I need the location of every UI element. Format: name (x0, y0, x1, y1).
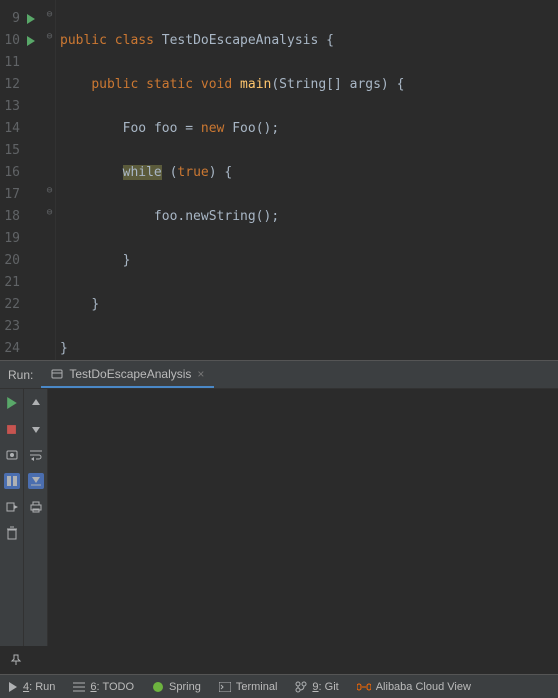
stop-icon[interactable] (4, 421, 20, 437)
exit-icon[interactable] (4, 499, 20, 515)
line-number: 17 (0, 184, 20, 206)
params: (String[] args) { (271, 77, 404, 92)
keyword: static (146, 77, 193, 92)
layout-icon[interactable] (4, 473, 20, 489)
alibaba-cloud-icon (357, 682, 371, 692)
fold-toggle-icon[interactable]: ⊖ (45, 10, 54, 19)
editor-gutter: 9 10 11 12 13 14 15 16 17 18 19 20 21 22… (0, 0, 56, 360)
soft-wrap-icon[interactable] (28, 447, 44, 463)
line-number-column: 9 10 11 12 13 14 15 16 17 18 19 20 21 22… (0, 0, 20, 360)
fold-toggle-icon[interactable]: ⊖ (45, 208, 54, 217)
class-name: TestDoEscapeAnalysis (162, 33, 319, 48)
code-content[interactable]: public class TestDoEscapeAnalysis { publ… (56, 0, 438, 360)
brace: } (91, 297, 99, 312)
brace: { (318, 33, 334, 48)
brace: } (123, 253, 131, 268)
run-toolbar-secondary (24, 389, 48, 646)
trash-icon[interactable] (4, 525, 20, 541)
line-number: 18 (0, 206, 20, 228)
tool-window-git[interactable]: 9: Git (295, 681, 338, 693)
pin-icon[interactable] (8, 652, 24, 668)
line-number: 21 (0, 272, 20, 294)
keyword-selected: while (123, 165, 162, 180)
gutter-icons-column (20, 0, 42, 360)
tool-window-run[interactable]: 4: Run (8, 681, 55, 693)
play-icon (8, 682, 18, 692)
run-tab[interactable]: TestDoEscapeAnalysis × (41, 361, 214, 388)
code-editor[interactable]: 9 10 11 12 13 14 15 16 17 18 19 20 21 22… (0, 0, 558, 360)
type: Foo (123, 121, 146, 136)
run-class-gutter-icon[interactable] (20, 8, 42, 30)
label: : Run (29, 681, 55, 693)
fold-toggle-icon[interactable]: ⊖ (45, 186, 54, 195)
tool-window-alibaba-cloud[interactable]: Alibaba Cloud View (357, 681, 471, 693)
label: : Git (319, 681, 339, 693)
run-toolbar-primary (0, 389, 24, 646)
op: = (177, 121, 200, 136)
fold-column: ⊖ ⊖ ⊖ ⊖ (42, 0, 56, 360)
call: Foo(); (224, 121, 279, 136)
print-icon[interactable] (28, 499, 44, 515)
keyword: new (201, 121, 224, 136)
brace: ) { (209, 165, 232, 180)
line-number: 23 (0, 316, 20, 338)
line-number: 16 (0, 162, 20, 184)
spring-icon (152, 681, 164, 693)
run-tool-window: Run: TestDoEscapeAnalysis × (0, 360, 558, 674)
run-console-output[interactable] (48, 389, 558, 646)
down-arrow-icon[interactable] (28, 421, 44, 437)
run-label: Run: (0, 368, 41, 382)
keyword: true (177, 165, 208, 180)
keyword: public (91, 77, 138, 92)
scroll-to-end-icon[interactable] (28, 473, 44, 489)
line-number: 9 (0, 8, 20, 30)
close-icon[interactable]: × (197, 367, 204, 381)
keyword: public (60, 33, 107, 48)
line-number: 11 (0, 52, 20, 74)
terminal-icon (219, 682, 231, 692)
label: Spring (169, 681, 201, 693)
fold-toggle-icon[interactable]: ⊖ (45, 32, 54, 41)
run-body (0, 389, 558, 646)
label: : TODO (97, 681, 135, 693)
run-header: Run: TestDoEscapeAnalysis × (0, 361, 558, 389)
run-tab-label: TestDoEscapeAnalysis (69, 367, 191, 381)
label: Terminal (236, 681, 278, 693)
label: Alibaba Cloud View (376, 681, 471, 693)
tool-window-spring[interactable]: Spring (152, 681, 201, 693)
line-number: 24 (0, 338, 20, 360)
line-number: 10 (0, 30, 20, 52)
bottom-tool-bar: 4: Run 6: TODO Spring Terminal 9: Git Al… (0, 674, 558, 698)
line-number: 22 (0, 294, 20, 316)
tool-window-terminal[interactable]: Terminal (219, 681, 278, 693)
line-number: 13 (0, 96, 20, 118)
line-number: 20 (0, 250, 20, 272)
line-number: 14 (0, 118, 20, 140)
rerun-icon[interactable] (4, 395, 20, 411)
up-arrow-icon[interactable] (28, 395, 44, 411)
line-number: 12 (0, 74, 20, 96)
var: foo (154, 121, 177, 136)
line-number: 19 (0, 228, 20, 250)
run-main-gutter-icon[interactable] (20, 30, 42, 52)
list-icon (73, 682, 85, 692)
tool-window-todo[interactable]: 6: TODO (73, 681, 134, 693)
brace: } (60, 341, 68, 356)
line-number: 15 (0, 140, 20, 162)
run-config-icon (51, 368, 63, 380)
keyword: class (115, 33, 154, 48)
git-branch-icon (295, 681, 307, 693)
paren: ( (162, 165, 178, 180)
statement: foo.newString(); (154, 209, 279, 224)
method-name: main (240, 77, 271, 92)
keyword: void (201, 77, 232, 92)
dump-threads-icon[interactable] (4, 447, 20, 463)
